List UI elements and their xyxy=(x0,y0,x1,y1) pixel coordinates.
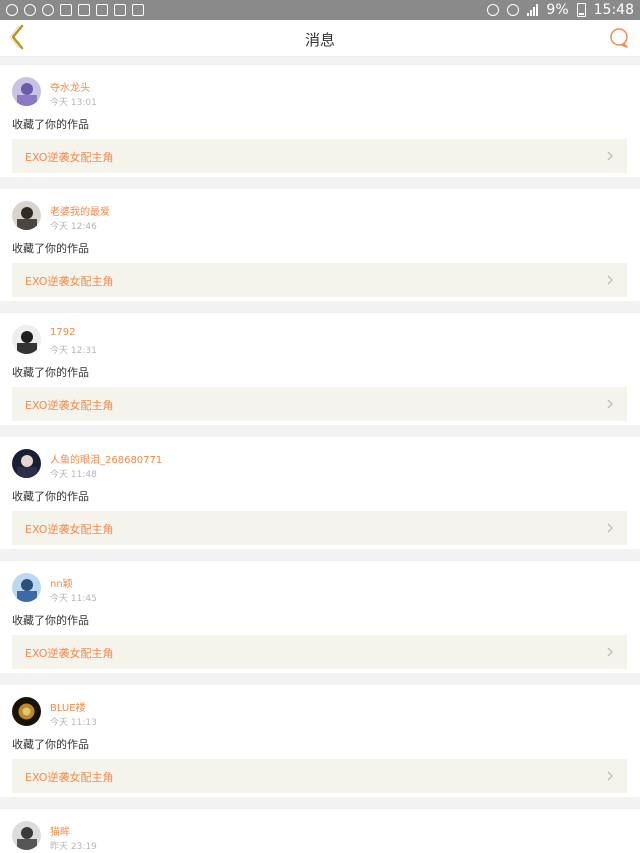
work-link[interactable]: EXO逆袭女配主角 xyxy=(12,635,627,669)
message-time: 今天 11:48 xyxy=(50,470,97,480)
message-action: 收藏了你的作品 xyxy=(12,366,89,379)
chat-bubble-icon[interactable] xyxy=(608,27,630,49)
message-action: 收藏了你的作品 xyxy=(12,614,89,627)
message-time: 今天 13:01 xyxy=(50,98,97,108)
status-bar: 9% 15:48 xyxy=(0,0,640,20)
username[interactable]: 猫眸 xyxy=(50,823,70,838)
avatar[interactable] xyxy=(12,77,41,106)
message-time: 今天 12:46 xyxy=(50,222,97,232)
mute-icon xyxy=(487,4,500,16)
message-card: 老婆我的最爱 今天 12:46 收藏了你的作品 EXO逆袭女配主角 xyxy=(0,189,640,301)
notification-icon xyxy=(24,4,36,16)
status-time: 15:48 xyxy=(593,2,634,18)
avatar[interactable] xyxy=(12,449,41,478)
chevron-right-icon xyxy=(607,523,613,533)
notification-icon xyxy=(42,4,54,16)
message-card: nn颖 今天 11:45 收藏了你的作品 EXO逆袭女配主角 xyxy=(0,561,640,673)
work-link[interactable]: EXO逆袭女配主角 xyxy=(12,263,627,297)
message-card: 1792 今天 12:31 收藏了你的作品 EXO逆袭女配主角 xyxy=(0,313,640,425)
message-action: 收藏了你的作品 xyxy=(12,738,89,751)
chevron-right-icon xyxy=(607,275,613,285)
avatar[interactable] xyxy=(12,573,41,602)
notification-icon xyxy=(132,4,144,16)
work-title: EXO逆袭女配主角 xyxy=(25,151,114,164)
avatar[interactable] xyxy=(12,201,41,230)
notification-icon xyxy=(6,4,18,16)
message-card: 猫眸 昨天 23:19 xyxy=(0,809,640,853)
nav-bar: 消息 xyxy=(0,20,640,57)
username[interactable]: nn颖 xyxy=(50,575,73,590)
notification-icon xyxy=(60,4,72,16)
message-card: BLUE褛 今天 11:13 收藏了你的作品 EXO逆袭女配主角 xyxy=(0,685,640,797)
status-notification-icons xyxy=(6,4,144,16)
image-icon xyxy=(78,4,90,16)
page-title: 消息 xyxy=(304,31,335,49)
username[interactable]: BLUE褛 xyxy=(50,699,86,714)
wifi-icon xyxy=(507,4,520,16)
work-title: EXO逆袭女配主角 xyxy=(25,523,114,536)
message-action: 收藏了你的作品 xyxy=(12,242,89,255)
work-title: EXO逆袭女配主角 xyxy=(25,275,114,288)
work-link[interactable]: EXO逆袭女配主角 xyxy=(12,139,627,173)
chevron-right-icon xyxy=(607,399,613,409)
message-action: 收藏了你的作品 xyxy=(12,118,89,131)
username[interactable]: 1792 xyxy=(50,327,75,338)
work-title: EXO逆袭女配主角 xyxy=(25,647,114,660)
message-time: 今天 12:31 xyxy=(50,346,97,356)
avatar[interactable] xyxy=(12,325,41,354)
chevron-right-icon xyxy=(607,647,613,657)
message-time: 今天 11:13 xyxy=(50,718,97,728)
message-card: 人鱼的眼泪_268680771 今天 11:48 收藏了你的作品 EXO逆袭女配… xyxy=(0,437,640,549)
work-link[interactable]: EXO逆袭女配主角 xyxy=(12,511,627,545)
signal-icon xyxy=(527,4,539,16)
username[interactable]: 人鱼的眼泪_268680771 xyxy=(50,451,162,466)
message-action: 收藏了你的作品 xyxy=(12,490,89,503)
chevron-right-icon xyxy=(607,151,613,161)
message-card: 夺水龙头 今天 13:01 收藏了你的作品 EXO逆袭女配主角 xyxy=(0,65,640,177)
work-link[interactable]: EXO逆袭女配主角 xyxy=(12,387,627,421)
battery-percent: 9% xyxy=(546,2,569,18)
username[interactable]: 夺水龙头 xyxy=(50,79,90,94)
work-link[interactable]: EXO逆袭女配主角 xyxy=(12,759,627,793)
notification-icon xyxy=(114,4,126,16)
avatar[interactable] xyxy=(12,697,41,726)
notification-icon xyxy=(96,4,108,16)
message-time: 昨天 23:19 xyxy=(50,842,97,852)
avatar[interactable] xyxy=(12,821,41,850)
chevron-right-icon xyxy=(607,771,613,781)
battery-icon xyxy=(576,3,586,17)
username[interactable]: 老婆我的最爱 xyxy=(50,203,110,218)
work-title: EXO逆袭女配主角 xyxy=(25,399,114,412)
work-title: EXO逆袭女配主角 xyxy=(25,771,114,784)
message-time: 今天 11:45 xyxy=(50,594,97,604)
